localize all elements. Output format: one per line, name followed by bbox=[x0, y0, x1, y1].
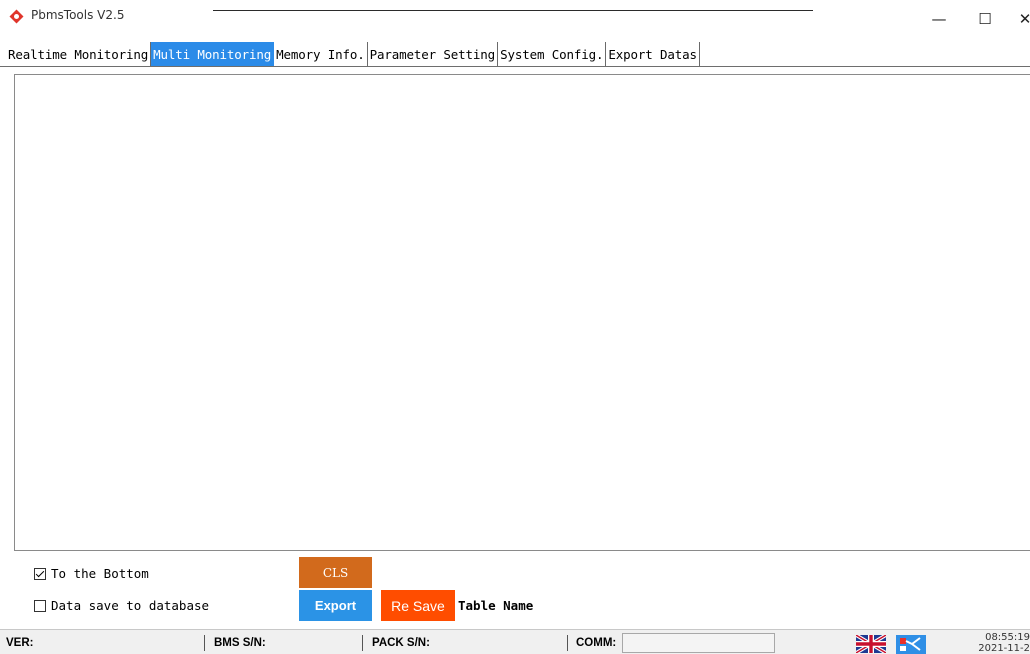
resave-button[interactable]: Re Save bbox=[381, 590, 455, 621]
title-bar: PbmsTools V2.5 — ☐ ✕ bbox=[0, 0, 1030, 40]
save-database-checkbox-row[interactable]: Data save to database bbox=[34, 598, 209, 613]
maximize-button[interactable]: ☐ bbox=[965, 6, 1005, 32]
clock-time: 08:55:19 bbox=[985, 632, 1030, 643]
close-button[interactable]: ✕ bbox=[1005, 6, 1030, 32]
pbms-logo-icon bbox=[9, 9, 24, 24]
status-separator bbox=[204, 635, 205, 651]
window-title: PbmsTools V2.5 bbox=[31, 8, 125, 22]
tab-strip: Realtime Monitoring Multi Monitoring Mem… bbox=[6, 42, 700, 67]
export-button[interactable]: Export bbox=[299, 590, 372, 621]
tab-strip-baseline bbox=[0, 66, 1030, 67]
minimize-button[interactable]: — bbox=[919, 6, 959, 32]
tab-export-datas[interactable]: Export Datas bbox=[606, 42, 700, 67]
cls-button[interactable]: CLS bbox=[299, 557, 372, 588]
status-separator bbox=[567, 635, 568, 651]
to-bottom-checkbox-row[interactable]: To the Bottom bbox=[34, 566, 149, 581]
title-bar-divider bbox=[213, 10, 813, 11]
monitoring-output-panel[interactable] bbox=[14, 74, 1030, 551]
bms-sn-label: BMS S/N: bbox=[214, 637, 266, 649]
tab-parameter-setting[interactable]: Parameter Setting bbox=[368, 42, 499, 67]
uk-flag-icon[interactable] bbox=[856, 635, 886, 653]
status-bar: VER: BMS S/N: PACK S/N: COMM: 08:55:19 2… bbox=[0, 629, 1030, 654]
comm-label: COMM: bbox=[576, 637, 617, 649]
ver-label: VER: bbox=[6, 637, 34, 649]
clock-display: 08:55:19 2021-11-2 bbox=[970, 632, 1030, 654]
clock-date: 2021-11-2 bbox=[978, 643, 1030, 654]
to-bottom-label: To the Bottom bbox=[51, 566, 149, 581]
save-database-label: Data save to database bbox=[51, 598, 210, 613]
disconnected-plug-icon[interactable] bbox=[896, 635, 926, 654]
comm-port-field[interactable] bbox=[622, 633, 775, 653]
table-name-label: Table Name bbox=[458, 598, 534, 613]
to-bottom-checkbox[interactable] bbox=[34, 567, 46, 580]
save-database-checkbox[interactable] bbox=[34, 599, 46, 612]
pack-sn-label: PACK S/N: bbox=[372, 637, 430, 649]
tab-multi-monitoring[interactable]: Multi Monitoring bbox=[151, 42, 275, 67]
tab-realtime-monitoring[interactable]: Realtime Monitoring bbox=[6, 42, 152, 67]
tab-system-config[interactable]: System Config. bbox=[498, 42, 607, 67]
status-separator bbox=[362, 635, 363, 651]
tab-memory-info[interactable]: Memory Info. bbox=[274, 42, 368, 67]
